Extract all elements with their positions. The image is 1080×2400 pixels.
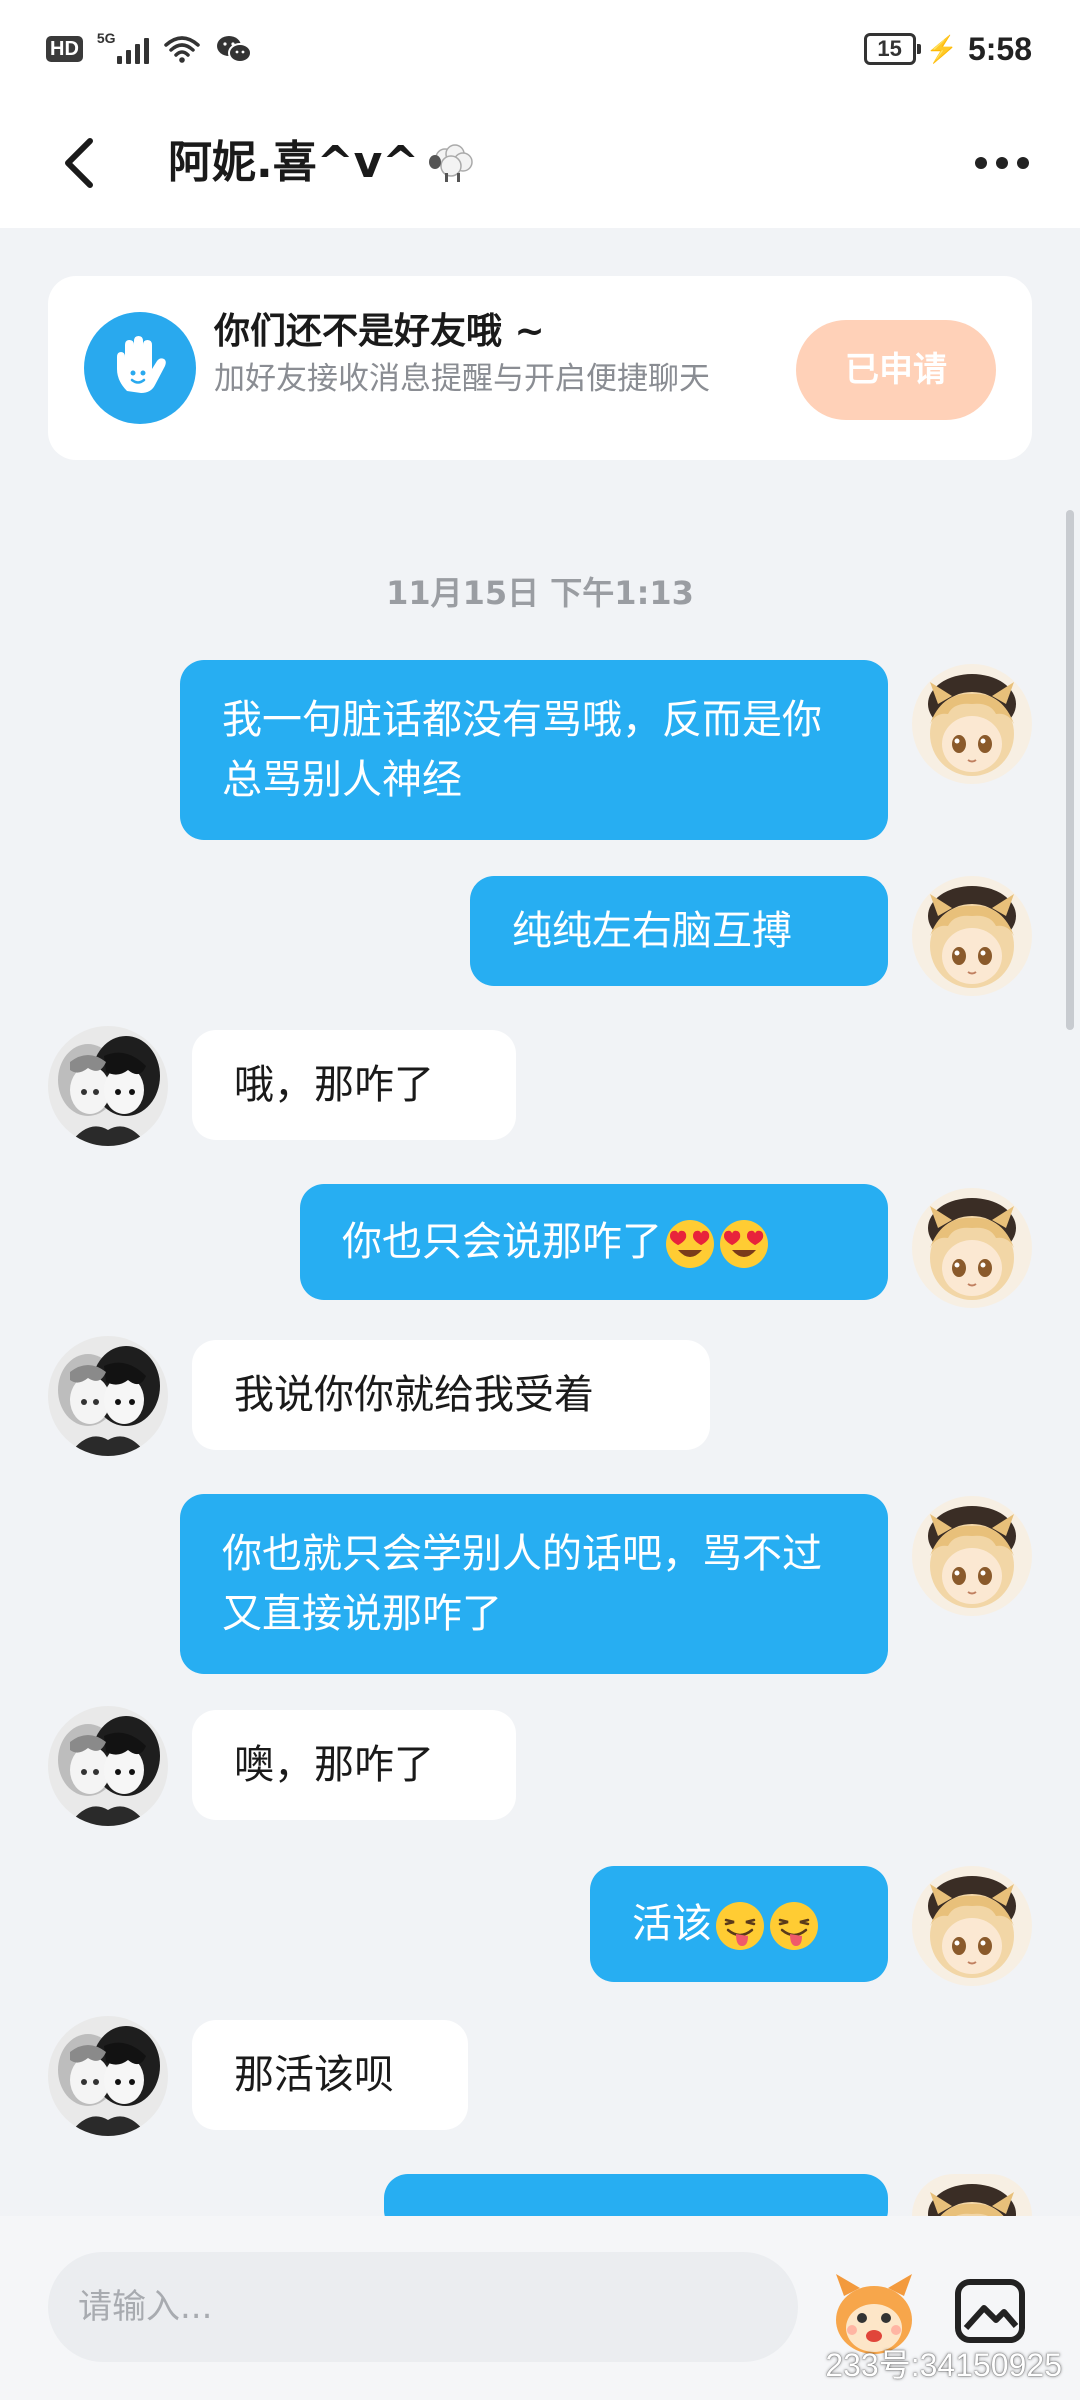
heart-eyes-emoji [720,1220,768,1268]
more-options-button[interactable] [966,138,1038,188]
contact-avatar[interactable] [48,2016,168,2136]
message-input[interactable] [48,2252,798,2362]
friend-request-banner: 你们还不是好友哦 ~ 加好友接收消息提醒与开启便捷聊天 已申请 [48,276,1032,460]
message-text: 你也就只会学别人的话吧，骂不过又直接说那咋了 [222,1531,822,1637]
chevron-left-icon [65,138,93,188]
message-text: 噢，那咋了 [234,1742,434,1788]
wechat-icon [216,36,252,63]
my-avatar[interactable] [912,1496,1032,1616]
clock: 5:58 [967,30,1032,67]
applied-button[interactable]: 已申请 [796,320,996,420]
my-avatar[interactable] [912,1188,1032,1308]
status-right: 15 ⚡ 5:58 [863,30,1032,68]
wifi-icon [164,36,200,63]
chat-header: 阿妮.喜^v^ [0,98,1080,228]
battery-icon: 15 [863,33,921,65]
hd-badge: HD [46,36,83,62]
message-text: 那活该呗 [234,2052,394,2098]
charging-icon: ⚡ [925,33,958,64]
my-avatar[interactable] [912,664,1032,784]
banner-title: 你们还不是好友哦 ~ [214,311,545,352]
message-text: 我说你你就给我受着 [234,1372,594,1418]
contact-avatar[interactable] [48,1336,168,1456]
gallery-button[interactable] [952,2272,1030,2350]
contact-name: 阿妮.喜^v^ [168,137,420,188]
contact-avatar[interactable] [48,1026,168,1146]
outgoing-message[interactable]: 你也就只会学别人的话吧，骂不过又直接说那咋了 [180,1494,888,1674]
message-text: 哦，那咋了 [234,1062,434,1108]
back-button[interactable] [50,130,110,196]
incoming-message[interactable]: 哦，那咋了 [192,1030,516,1140]
outgoing-message[interactable]: 我一句脏话都没有骂哦，反而是你总骂别人神经 [180,660,888,840]
more-dots-icon [975,157,987,169]
message-text: 纯纯左右脑互搏 [512,908,792,954]
message-timestamp: 11月15日 下午1:13 [386,574,694,612]
tongue-wink-emoji [714,1900,766,1952]
chat-title: 阿妮.喜^v^ [168,128,479,198]
contact-avatar[interactable] [48,1706,168,1826]
my-avatar[interactable] [912,876,1032,996]
hand-icon [84,312,196,424]
outgoing-message[interactable]: 你也只会说那咋了 [300,1184,888,1300]
message-text: 你也只会说那咋了 [342,1219,662,1265]
sheep-icon [429,144,473,182]
status-bar: HD 5G 15 ⚡ 5:58 [0,0,1080,98]
message-text: 活该 [632,1901,712,1947]
input-bar: 233号:34150925 [0,2216,1080,2400]
banner-subtitle: 加好友接收消息提醒与开启便捷聊天 [214,361,710,397]
status-left: HD 5G [46,30,253,64]
outgoing-message[interactable]: 纯纯左右脑互搏 [470,876,888,986]
watermark: 233号:34150925 [825,2347,1062,2383]
message-text: 我一句脏话都没有骂哦，反而是你总骂别人神经 [222,697,822,803]
outgoing-message[interactable]: 活该 [590,1866,888,1982]
my-avatar[interactable] [912,2174,1032,2216]
heart-eyes-emoji [666,1220,714,1268]
incoming-message[interactable]: 噢，那咋了 [192,1710,516,1820]
tongue-wink-emoji [768,1900,820,1952]
network-type: 5G [96,30,116,46]
incoming-message[interactable]: 我说你你就给我受着 [192,1340,710,1450]
signal-icon: 5G [97,30,149,64]
my-avatar[interactable] [912,1866,1032,1986]
gallery-icon [955,2279,1025,2343]
incoming-message[interactable]: 那活该呗 [192,2020,468,2130]
